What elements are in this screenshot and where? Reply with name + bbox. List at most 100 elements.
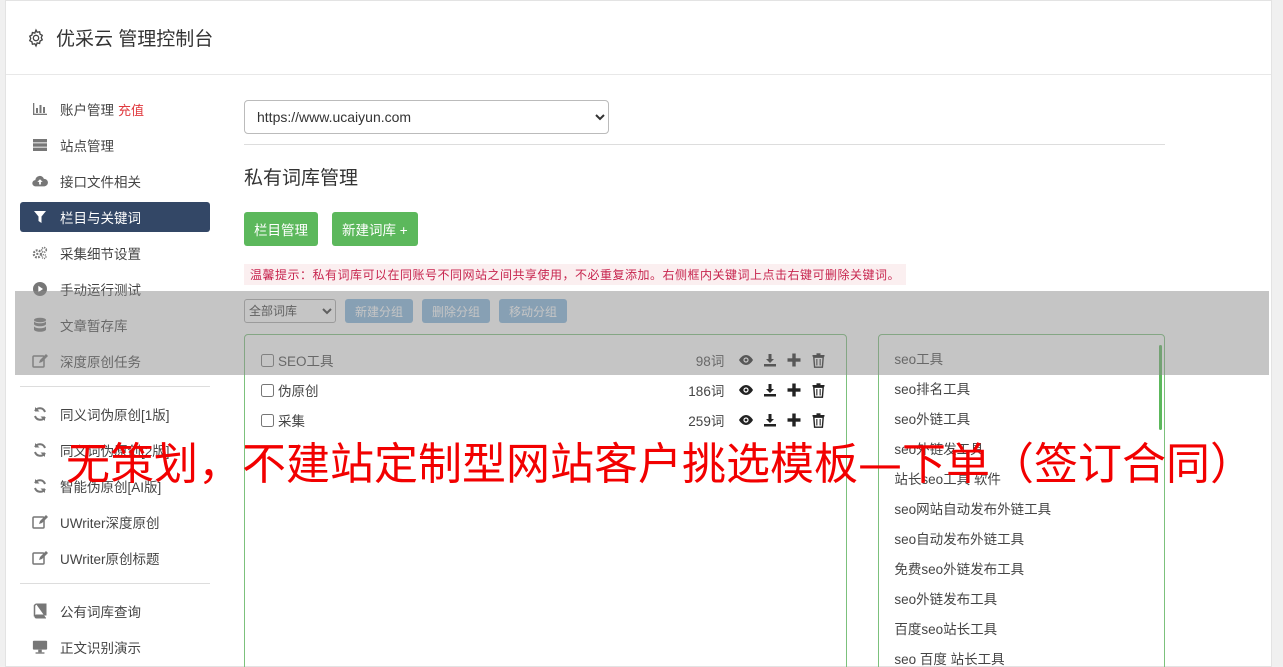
eye-icon[interactable] [734,351,758,369]
library-count: 98词 [695,354,725,369]
gear-icon [28,27,44,48]
plus-icon[interactable] [782,351,806,369]
sidebar-item-synonym-v2[interactable]: 同义词伪原创[2版] [20,435,210,465]
library-row: 采集 259词 [261,405,830,435]
sidebar-item-uwriter-deep[interactable]: UWriter深度原创 [20,507,210,537]
server-icon [32,137,48,153]
sidebar-item-synonym-v1[interactable]: 同义词伪原创[1版] [20,399,210,429]
nav-divider [20,386,210,387]
keyword-item[interactable]: 站长seo工具 软件 [894,465,1164,495]
site-select[interactable]: https://www.ucaiyun.com [244,100,609,134]
plus-icon[interactable] [782,411,806,429]
sidebar-item-label: 深度原创任务 [60,355,141,370]
move-group-button[interactable]: 移动分组 [499,299,568,323]
sidebar-item-label: UWriter原创标题 [60,552,160,567]
nav-divider [20,583,210,584]
database-icon [32,317,48,333]
sidebar-item-article-storage[interactable]: 文章暂存库 [20,310,210,340]
sidebar-item-label: 文章暂存库 [60,319,128,334]
sidebar-item-label: 栏目与关键词 [60,211,141,226]
edit-icon [32,550,48,566]
eye-icon[interactable] [734,381,758,399]
library-row: SEO工具 98词 [261,345,830,375]
keyword-item[interactable]: 百度seo站长工具 [894,615,1164,645]
new-group-button[interactable]: 新建分组 [345,299,414,323]
sidebar-item-deep-original-task[interactable]: 深度原创任务 [20,346,210,376]
columns-manage-button[interactable]: 栏目管理 [244,212,318,246]
page-title: 优采云 管理控制台 [56,29,214,50]
keyword-scrollbar[interactable] [1159,345,1162,430]
keyword-item[interactable]: seo外链工具 [894,405,1164,435]
keyword-item[interactable]: seo外链发布工具 [894,585,1164,615]
sidebar-item-sites[interactable]: 站点管理 [20,130,210,160]
library-filter-select[interactable]: 全部词库 [244,299,336,323]
keyword-item[interactable]: seo网站自动发布外链工具 [894,495,1164,525]
divider [244,144,1165,145]
cloud-upload-icon [32,173,48,189]
sidebar-nav: 账户管理 充值 站点管理 接口文件相关 栏目与关键词 采集细节设置 手动运行测试… [20,94,210,667]
download-icon[interactable] [758,351,782,369]
library-name[interactable]: 伪原创 [278,380,664,400]
library-checkbox[interactable] [261,413,274,427]
main-content: https://www.ucaiyun.com 私有词库管理 栏目管理 新建词库… [244,100,1165,667]
trash-icon[interactable] [806,351,830,369]
trash-icon[interactable] [806,411,830,429]
keyword-list: seo工具 seo排名工具 seo外链工具 seo外链发工具 站长seo工具 软… [878,334,1165,667]
keyword-item[interactable]: 免费seo外链发布工具 [894,555,1164,585]
library-row: 伪原创 186词 [261,375,830,405]
plus-icon[interactable] [782,381,806,399]
refresh-icon [32,442,48,458]
sidebar-item-public-library[interactable]: 公有词库查询 [20,596,210,626]
book-icon [32,603,48,619]
keyword-item[interactable]: seo排名工具 [894,375,1164,405]
desktop-icon [32,639,48,655]
sidebar-item-content-recognition[interactable]: 正文识别演示 [20,632,210,662]
sidebar-item-ai-rewrite[interactable]: 智能伪原创[AI版] [20,471,210,501]
library-name[interactable]: 采集 [278,410,664,430]
sidebar-item-columns-keywords[interactable]: 栏目与关键词 [20,202,210,232]
sidebar-item-label: 同义词伪原创[2版] [60,444,170,459]
sidebar-item-interface-files[interactable]: 接口文件相关 [20,166,210,196]
sidebar-item-label: 站点管理 [60,139,114,154]
new-library-button[interactable]: 新建词库 + [332,212,418,246]
library-name[interactable]: SEO工具 [278,350,664,370]
sidebar-item-label: 智能伪原创[AI版] [60,480,162,495]
sidebar-item-label: 接口文件相关 [60,175,141,190]
keyword-item[interactable]: seo 百度 站长工具 [894,645,1164,667]
sidebar-item-label: 手动运行测试 [60,283,141,298]
library-count: 259词 [688,414,725,429]
sidebar-item-label: 账户管理 [60,103,114,118]
sidebar-item-label: UWriter深度原创 [60,516,160,531]
eye-icon[interactable] [734,411,758,429]
action-buttons: 栏目管理 新建词库 + [244,212,1165,246]
sidebar-item-collect-settings[interactable]: 采集细节设置 [20,238,210,268]
sidebar-item-label: 采集细节设置 [60,247,141,262]
bar-chart-icon [32,101,48,117]
library-checkbox[interactable] [261,353,274,367]
download-icon[interactable] [758,411,782,429]
sidebar-item-account[interactable]: 账户管理 充值 [20,94,210,124]
sidebar-item-label: 公有词库查询 [60,605,141,620]
library-list: SEO工具 98词 伪原创 186词 采集 259词 [244,334,848,667]
sidebar-item-uwriter-title[interactable]: UWriter原创标题 [20,543,210,573]
library-count: 186词 [688,384,725,399]
refresh-icon [32,406,48,422]
group-toolbar: 全部词库 新建分组 删除分组 移动分组 [244,299,1165,323]
keyword-item[interactable]: seo自动发布外链工具 [894,525,1164,555]
sidebar-item-manual-run[interactable]: 手动运行测试 [20,274,210,304]
section-title: 私有词库管理 [244,168,359,189]
keyword-item[interactable]: seo工具 [894,345,1164,375]
tip-text: 温馨提示：私有词库可以在同账号不同网站之间共享使用，不必重复添加。右侧框内关键词… [244,264,907,285]
refresh-icon [32,478,48,494]
library-checkbox[interactable] [261,383,274,397]
edit-icon [32,353,48,369]
delete-group-button[interactable]: 删除分组 [422,299,491,323]
download-icon[interactable] [758,381,782,399]
cogs-icon [32,245,48,261]
card-header: 优采云 管理控制台 [6,1,1271,75]
library-panels: SEO工具 98词 伪原创 186词 采集 259词 seo工具 seo排名工具… [244,334,1165,667]
trash-icon[interactable] [806,381,830,399]
keyword-item[interactable]: seo外链发工具 [894,435,1164,465]
edit-icon [32,514,48,530]
recharge-link[interactable]: 充值 [118,100,144,119]
